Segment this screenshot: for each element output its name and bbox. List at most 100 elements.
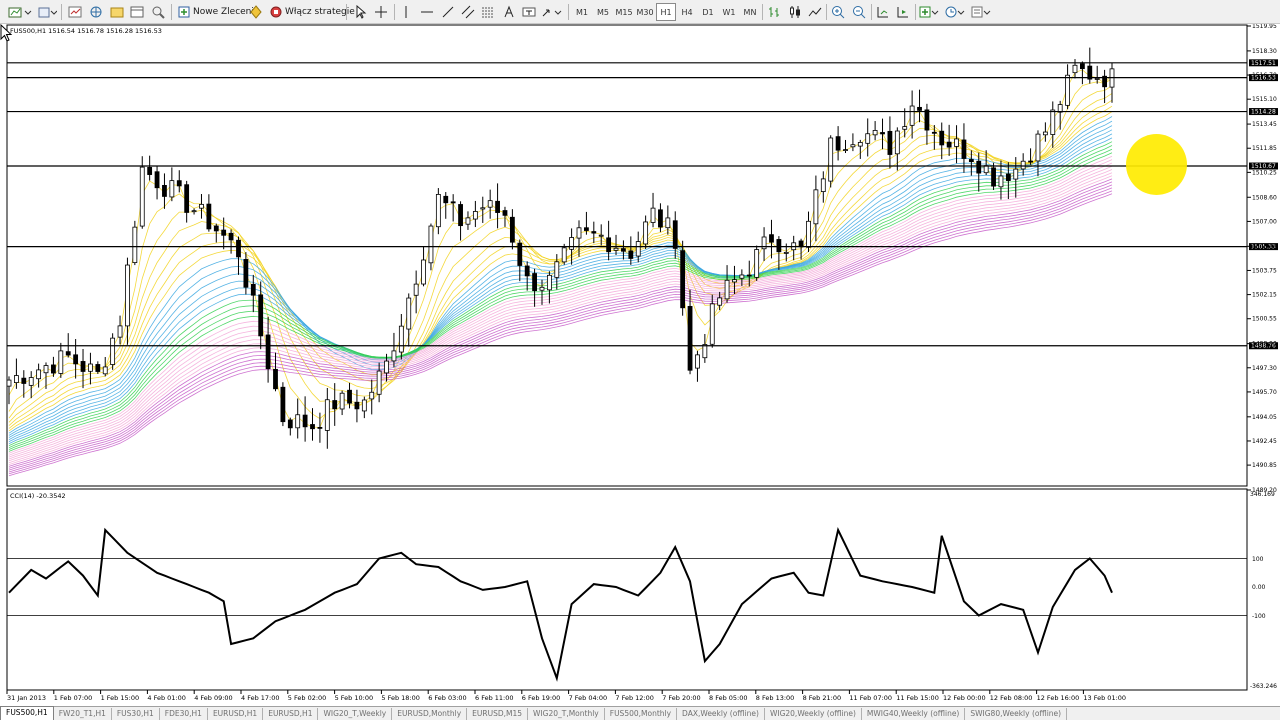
vertical-line-button[interactable]: [398, 3, 414, 21]
time-tick-label: 8 Feb 05:00: [709, 694, 748, 702]
candle-body: [236, 239, 241, 258]
time-tick-label: 13 Feb 01:00: [1083, 694, 1126, 702]
timeframe-mn-button[interactable]: MN: [740, 3, 760, 21]
zoom-out-button[interactable]: [850, 3, 868, 21]
timeframe-d1-button[interactable]: D1: [698, 3, 718, 21]
candle-body: [80, 361, 86, 372]
candle-body: [783, 251, 789, 254]
indicators-button[interactable]: [918, 3, 940, 21]
chart-tab[interactable]: EURUSD,Monthly: [392, 708, 468, 720]
data-window-button[interactable]: [87, 3, 105, 21]
candle-body: [813, 189, 819, 225]
candle-body: [295, 414, 301, 429]
cursor-tool-button[interactable]: [351, 3, 369, 21]
candle-body: [857, 142, 863, 147]
trendline-button[interactable]: [439, 3, 457, 21]
candle-body: [495, 200, 500, 213]
timeframe-w1-button[interactable]: W1: [719, 3, 739, 21]
indicators-icon: [919, 6, 939, 18]
fibonacci-button[interactable]: [479, 3, 497, 21]
new-chart-button[interactable]: [6, 3, 34, 21]
candle-body: [695, 354, 700, 369]
chart-window[interactable]: 1517.51 1516.53 1514.28 1510.67 1505.33 1498.…: [0, 24, 1280, 706]
price-tick-label: 1498.90: [1252, 341, 1277, 348]
candle-body: [125, 264, 130, 327]
chart-tab[interactable]: FDE30,H1: [160, 708, 208, 720]
candle-body: [391, 350, 397, 362]
candle-body: [584, 227, 589, 231]
arrows-button[interactable]: [540, 3, 564, 21]
time-tick-label: 12 Feb 00:00: [943, 694, 986, 702]
timeframe-m15-button[interactable]: M15: [614, 3, 634, 21]
candle-body: [273, 368, 278, 390]
timeframe-m30-button[interactable]: M30: [635, 3, 655, 21]
chart-tab[interactable]: FUS30,H1: [112, 708, 160, 720]
candle-body: [835, 136, 841, 151]
chart-tab[interactable]: EURUSD,H1: [263, 708, 319, 720]
autoscroll-icon: [897, 7, 908, 18]
autotrading-button[interactable]: Włącz strategie: [267, 3, 358, 21]
autoscroll-button[interactable]: [894, 3, 912, 21]
navigator-button[interactable]: [108, 3, 126, 21]
channel-button[interactable]: [459, 3, 477, 21]
time-tick-label: 4 Feb 17:00: [241, 694, 280, 702]
chart-tab[interactable]: WIG20,Weekly (offline): [765, 708, 862, 720]
equidistant-channel-icon: [461, 5, 475, 19]
chart-tab[interactable]: MWIG40,Weekly (offline): [862, 708, 966, 720]
price-tick-label: 1502.15: [1252, 292, 1277, 299]
chart-tab[interactable]: FW20_T1,H1: [54, 708, 112, 720]
timeframe-h1-button[interactable]: H1: [656, 3, 676, 21]
horizontal-line-button[interactable]: [418, 3, 436, 21]
candle-body: [717, 297, 723, 306]
candle-body: [102, 366, 108, 375]
cci-axis-top: 346.169: [1250, 491, 1275, 498]
profiles-button[interactable]: [36, 3, 58, 21]
chart-shift-button[interactable]: [874, 3, 892, 21]
candle-body: [524, 265, 530, 277]
metaeditor-icon: [250, 5, 262, 19]
chart-tab[interactable]: WIG20_T,Weekly: [318, 708, 393, 720]
chart-tab[interactable]: EURUSD,H1: [208, 708, 264, 720]
candle-body: [954, 138, 959, 147]
periods-button[interactable]: [944, 3, 966, 21]
chart-tab[interactable]: EURUSD,M15: [467, 708, 529, 720]
candle-body: [51, 364, 56, 374]
candlesticks-button[interactable]: [786, 3, 804, 21]
templates-button[interactable]: [970, 3, 992, 21]
chart-tab[interactable]: FUS500,Monthly: [605, 708, 678, 720]
candle-body: [287, 419, 293, 429]
candle-body: [658, 209, 663, 228]
timeframe-m1-button[interactable]: M1: [572, 3, 592, 21]
chart-tab[interactable]: WIG20_T,Monthly: [528, 708, 605, 720]
candle-body: [502, 210, 508, 216]
timeframe-h4-button[interactable]: H4: [677, 3, 697, 21]
text-button[interactable]: [500, 3, 518, 21]
time-tick-label: 4 Feb 09:00: [194, 694, 233, 702]
candle-body: [732, 279, 737, 283]
profiles-icon: [38, 7, 57, 18]
bar-chart-button[interactable]: [766, 3, 784, 21]
candle-body: [250, 283, 256, 296]
candle-body: [347, 389, 352, 404]
line-chart-button[interactable]: [806, 3, 824, 21]
zoom-in-button[interactable]: [829, 3, 847, 21]
chart-tab[interactable]: DAX,Weekly (offline): [677, 708, 765, 720]
terminal-icon: [130, 6, 144, 18]
time-tick-label: 8 Feb 13:00: [756, 694, 795, 702]
chart-tab[interactable]: FUS500,H1: [0, 706, 54, 720]
price-tick-label: 1494.05: [1252, 414, 1277, 421]
chart-canvas[interactable]: 1517.511516.531514.281510.671505.331498.…: [0, 24, 1280, 706]
crosshair-tool-button[interactable]: [372, 3, 390, 21]
metaeditor-button[interactable]: [248, 3, 264, 21]
strategy-tester-button[interactable]: [149, 3, 167, 21]
text-label-button[interactable]: [520, 3, 538, 21]
timeframe-m5-button[interactable]: M5: [593, 3, 613, 21]
chart-tab[interactable]: SWIG80,Weekly (offline): [965, 708, 1068, 720]
price-tick-label: 1495.70: [1252, 389, 1277, 396]
candlesticks-icon: [790, 6, 800, 18]
terminal-button[interactable]: [128, 3, 146, 21]
time-tick-label: 5 Feb 10:00: [335, 694, 374, 702]
market-watch-button[interactable]: [66, 3, 84, 21]
candle-body: [110, 337, 116, 365]
candle-body: [1020, 160, 1026, 170]
